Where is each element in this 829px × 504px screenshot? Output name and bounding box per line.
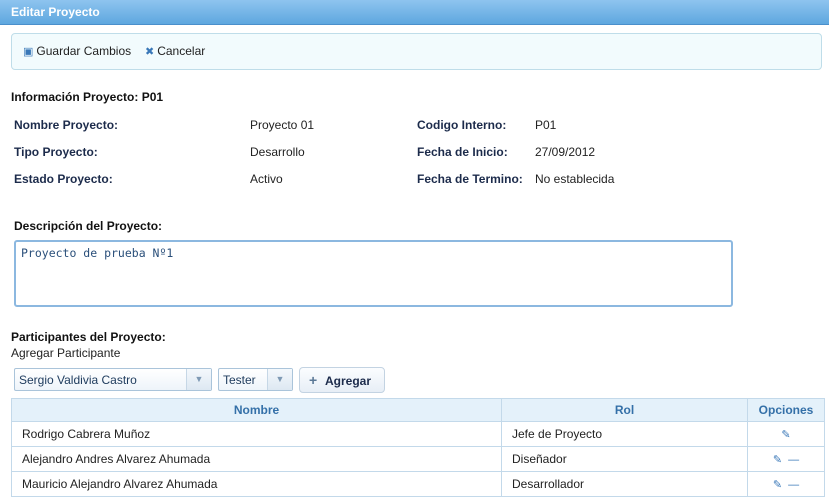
participant-name: Rodrigo Cabrera Muñoz <box>11 421 502 447</box>
pencil-icon[interactable]: ✎ <box>781 428 790 441</box>
x-icon: ✖ <box>145 45 155 58</box>
person-select[interactable]: Sergio Valdivia Castro ▼ <box>14 368 212 391</box>
tipo-label: Tipo Proyecto: <box>14 145 98 159</box>
estado-label: Estado Proyecto: <box>14 172 113 186</box>
codigo-label: Codigo Interno: <box>417 118 507 132</box>
participant-name: Mauricio Alejandro Alvarez Ahumada <box>11 471 502 497</box>
participants-heading: Participantes del Proyecto: <box>11 330 166 344</box>
cancel-button-label: Cancelar <box>157 44 206 58</box>
participant-role: Diseñador <box>501 446 748 472</box>
participant-role: Jefe de Proyecto <box>501 421 748 447</box>
column-header-nombre[interactable]: Nombre <box>11 398 502 422</box>
column-header-rol[interactable]: Rol <box>501 398 748 422</box>
fecha-termino-value: No establecida <box>535 172 615 186</box>
add-participant-button-label: Agregar <box>325 374 372 388</box>
save-button-label: Guardar Cambios <box>36 44 132 58</box>
role-select-value: Tester <box>223 373 256 387</box>
estado-value: Activo <box>250 172 283 186</box>
window-titlebar: Editar Proyecto <box>0 0 829 25</box>
participants-table: Nombre Rol Opciones Rodrigo Cabrera Muño… <box>11 398 825 497</box>
nombre-value: Proyecto 01 <box>250 118 315 132</box>
minus-icon[interactable]: — <box>788 479 799 491</box>
table-row: Mauricio Alejandro Alvarez Ahumada Desar… <box>11 471 825 497</box>
fecha-inicio-label: Fecha de Inicio: <box>417 145 508 159</box>
participant-role: Desarrollador <box>501 471 748 497</box>
nombre-label: Nombre Proyecto: <box>14 118 119 132</box>
codigo-value: P01 <box>535 118 557 132</box>
save-button[interactable]: ▣ Guardar Cambios <box>23 44 131 58</box>
floppy-disk-icon: ▣ <box>23 45 34 58</box>
tipo-value: Desarrollo <box>250 145 305 159</box>
add-participant-label: Agregar Participante <box>11 346 121 360</box>
pencil-icon[interactable]: ✎ <box>773 453 782 466</box>
description-label: Descripción del Proyecto: <box>14 219 163 233</box>
row-options: ✎ <box>747 421 825 447</box>
window-title: Editar Proyecto <box>11 5 100 19</box>
plus-icon: + <box>309 372 318 388</box>
person-select-value: Sergio Valdivia Castro <box>19 373 137 387</box>
project-info-heading: Información Proyecto: P01 <box>11 90 164 104</box>
column-header-opciones: Opciones <box>747 398 825 422</box>
fecha-termino-label: Fecha de Termino: <box>417 172 523 186</box>
add-participant-button[interactable]: + Agregar <box>299 367 385 393</box>
chevron-down-icon[interactable]: ▼ <box>267 369 292 390</box>
chevron-down-icon[interactable]: ▼ <box>186 369 211 390</box>
table-row: Rodrigo Cabrera Muñoz Jefe de Proyecto ✎ <box>11 421 825 447</box>
participant-name: Alejandro Andres Alvarez Ahumada <box>11 446 502 472</box>
table-row: Alejandro Andres Alvarez Ahumada Diseñad… <box>11 446 825 472</box>
row-options: ✎ — <box>747 446 825 472</box>
row-options: ✎ — <box>747 471 825 497</box>
role-select[interactable]: Tester ▼ <box>218 368 293 391</box>
pencil-icon[interactable]: ✎ <box>773 478 782 491</box>
description-textarea[interactable]: Proyecto de prueba Nº1 <box>14 240 733 307</box>
cancel-button[interactable]: ✖ Cancelar <box>145 44 205 58</box>
fecha-inicio-value: 27/09/2012 <box>535 145 596 159</box>
toolbar: ▣ Guardar Cambios ✖ Cancelar <box>11 33 822 70</box>
table-header-row: Nombre Rol Opciones <box>11 398 825 422</box>
minus-icon[interactable]: — <box>788 454 799 466</box>
